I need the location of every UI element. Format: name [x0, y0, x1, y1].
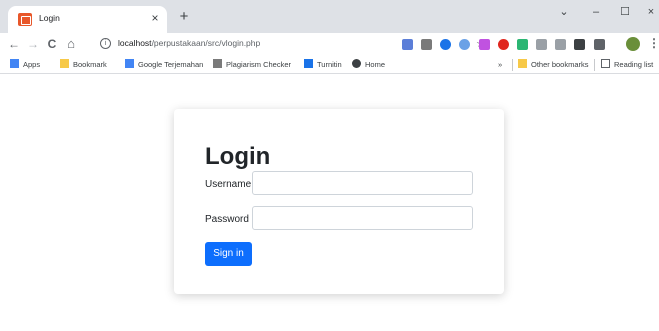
red-o-extension-icon[interactable] — [498, 39, 509, 50]
bookmark-other[interactable]: Other bookmarks — [518, 58, 589, 72]
tab-search-icon[interactable]: ⌄ — [556, 4, 572, 20]
bookmark-google-terjemahan[interactable]: Google Terjemahan — [125, 58, 203, 72]
extension-icon[interactable] — [402, 39, 413, 50]
info-icon[interactable]: i — [100, 38, 111, 49]
sign-in-button[interactable]: Sign in — [205, 242, 252, 266]
page-title: Login — [205, 143, 271, 170]
folder-icon — [60, 59, 69, 68]
bookmark-plagiarism-checker[interactable]: Plagiarism Checker — [213, 58, 291, 72]
apps-grid-icon — [10, 59, 19, 68]
home-globe-icon — [352, 59, 361, 68]
pk-extension-icon[interactable] — [536, 39, 547, 50]
tab-close-icon[interactable]: × — [148, 11, 162, 25]
password-label: Password — [205, 214, 249, 225]
opera-extension-icon[interactable] — [459, 39, 470, 50]
bookmarks-bar: Apps Bookmark Google Terjemahan Plagiari… — [0, 56, 659, 74]
translate-icon — [125, 59, 134, 68]
home-button[interactable]: ⌂ — [63, 36, 79, 52]
address-bar[interactable]: i localhost/perpustakaan/src/vlogin.php … — [96, 34, 486, 55]
bookmark-turnitin[interactable]: Turnitin — [304, 58, 342, 72]
forward-button[interactable]: → — [25, 36, 41, 52]
back-button[interactable]: ← — [6, 36, 22, 52]
new-tab-button[interactable]: + — [176, 9, 192, 25]
document-extension-icon[interactable] — [555, 39, 566, 50]
minimize-button[interactable]: – — [588, 4, 604, 20]
bookmark-apps[interactable]: Apps — [10, 58, 40, 72]
browser-toolbar: ← → C ⌂ i localhost/perpustakaan/src/vlo… — [0, 33, 659, 56]
bookmarks-overflow-button[interactable]: » — [498, 58, 502, 72]
bookmarks-divider — [512, 59, 513, 71]
url-text: localhost/perpustakaan/src/vlogin.php — [118, 38, 261, 48]
close-window-button[interactable]: × — [643, 4, 659, 20]
tab-title: Login — [39, 13, 60, 23]
checker-icon — [213, 59, 222, 68]
tab-login[interactable]: Login × — [8, 6, 167, 33]
password-input[interactable] — [252, 206, 473, 230]
favicon-icon — [18, 13, 32, 26]
camera-extension-icon[interactable] — [421, 39, 432, 50]
reload-button[interactable]: C — [44, 36, 60, 52]
reading-mode-icon[interactable] — [594, 39, 605, 50]
folder-icon — [518, 59, 527, 68]
menu-icon[interactable]: ⋮ — [648, 36, 659, 50]
username-label: Username — [205, 179, 252, 190]
bookmark-folder[interactable]: Bookmark — [60, 58, 107, 72]
bookmarks-divider — [594, 59, 595, 71]
puzzle-extensions-icon[interactable] — [574, 39, 585, 50]
page-viewport: Login Username Password Sign in — [0, 74, 659, 331]
turnitin-icon — [304, 59, 313, 68]
graduation-extension-icon[interactable] — [440, 39, 451, 50]
profile-avatar[interactable] — [626, 37, 640, 51]
bookmark-home[interactable]: Home — [352, 58, 385, 72]
reading-list-button[interactable]: Reading list — [601, 58, 653, 72]
username-input[interactable] — [252, 171, 473, 195]
reading-list-icon — [601, 59, 610, 68]
maximize-button[interactable]: ☐ — [617, 4, 633, 20]
login-card: Login Username Password Sign in — [174, 109, 504, 294]
google-extension-icon[interactable] — [517, 39, 528, 50]
tab-strip: Login × + ⌄ – ☐ × — [0, 0, 659, 33]
pen-extension-icon[interactable] — [479, 39, 490, 50]
